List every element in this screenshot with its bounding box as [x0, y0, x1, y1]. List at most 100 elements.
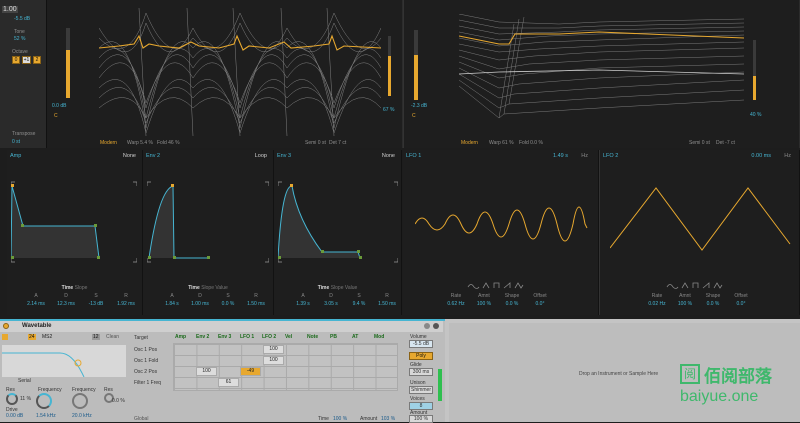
amp-param-d-label: D [64, 293, 68, 299]
amp-param-d-value[interactable]: 12.3 ms [49, 301, 83, 307]
device-menu-icon[interactable] [433, 323, 439, 329]
matrix-cell-osc1pos-lfo2[interactable]: 100 [263, 345, 284, 354]
lfo2-unit[interactable]: Hz [784, 153, 791, 159]
env2-param-r-value[interactable]: 1.50 ms [239, 301, 273, 307]
osc2-detune[interactable]: Det -7 ct [716, 140, 735, 146]
osc2-wavetable-display[interactable] [459, 14, 744, 122]
lfo2-header: LFO 2 0.00 ms Hz [600, 152, 799, 161]
matrix-cell-osc1fold-lfo2[interactable]: 100 [263, 356, 284, 365]
freq1-knob[interactable] [36, 393, 52, 409]
octave-2-button[interactable]: 2 [33, 56, 41, 64]
octave-0-button[interactable]: 0 [12, 56, 20, 64]
wavetable-device: Wavetable 24 MS2 12 Clean Serial Res 11 … [0, 319, 445, 423]
amp-tab-time[interactable]: Time [62, 285, 74, 291]
matrix-col-amp: Amp [175, 334, 187, 340]
matrix-cell-osc2pos-lfo1[interactable]: -49 [240, 367, 261, 376]
env2-mode[interactable]: Loop [255, 153, 267, 159]
osc2-position-value[interactable]: 40 % [750, 112, 761, 118]
env3-param-r-value[interactable]: 1.50 ms [370, 301, 404, 307]
osc1-mode[interactable]: Modern [100, 140, 117, 146]
osc1-fold[interactable]: Fold 46 % [157, 140, 180, 146]
osc2-fold[interactable]: Fold 0.0 % [519, 140, 543, 146]
poly-button[interactable]: Poly [409, 352, 433, 360]
osc1-gain-value[interactable]: 0.0 dB [52, 103, 66, 109]
osc1-position-slider[interactable] [388, 36, 391, 96]
osc1-wavetable-display[interactable] [99, 8, 381, 136]
amp-envelope-graph[interactable] [11, 180, 137, 264]
filter1-number[interactable]: 24 [28, 334, 36, 340]
lfo1-shape-icons[interactable] [467, 282, 527, 290]
lfo1-graph[interactable] [415, 184, 593, 264]
env2-tab-slope[interactable]: Slope [201, 285, 214, 291]
zoom-readout: 1.00 [2, 6, 18, 13]
glide-value[interactable]: 300 ms [409, 368, 433, 376]
matrix-target-header: Target [134, 335, 148, 341]
lfo2-param-offset-value[interactable]: 0.0° [724, 301, 758, 307]
freq1-label: Frequency [38, 387, 62, 393]
drive-value[interactable]: 0.00 dB [6, 413, 23, 419]
lfo1-param-offset-value[interactable]: 0.0° [523, 301, 557, 307]
res2-value[interactable]: 0.0 % [112, 398, 125, 404]
env3-tab-time[interactable]: Time [318, 285, 330, 291]
osc2-gain-value[interactable]: -2.3 dB [411, 103, 427, 109]
osc1-gain-slider[interactable] [66, 28, 70, 98]
freq1-value[interactable]: 1.54 kHz [36, 413, 56, 419]
osc1-warp[interactable]: Warp 5.4 % [127, 140, 153, 146]
filter-response-display[interactable] [2, 345, 126, 377]
lfo1-unit[interactable]: Hz [581, 153, 588, 159]
osc1-position-value[interactable]: 67 % [383, 107, 394, 113]
amp-param-a-value[interactable]: 2.14 ms [19, 301, 53, 307]
amp-envelope-tabs: Time Slope [7, 285, 142, 291]
pitch-value[interactable]: -5.5 dB [14, 16, 30, 22]
env2-params: A 1.84 s D 1.00 ms S 0.0 % R 1.50 ms [155, 293, 267, 309]
res-value[interactable]: 11 % [20, 396, 31, 402]
amp-param-r-value[interactable]: 1.92 ms [109, 301, 143, 307]
osc2-position-slider[interactable] [753, 40, 756, 100]
amp-param-s-value[interactable]: -13 dB [79, 301, 113, 307]
device-close-icon[interactable] [424, 323, 430, 329]
watermark-cn: 佰阅部落 [704, 367, 772, 386]
time-value[interactable]: 100 % [333, 416, 347, 422]
tone-label: Tone [14, 29, 25, 35]
osc2-warp[interactable]: Warp 61 % [489, 140, 514, 146]
lfo1-amount[interactable]: 1.49 s [553, 153, 568, 159]
lfo2-graph[interactable] [610, 184, 792, 264]
filter2-type[interactable]: Clean [106, 334, 119, 340]
volume-value[interactable]: -5.5 dB [409, 340, 433, 348]
amount-value[interactable]: 103 % [381, 416, 395, 422]
filter1-toggle[interactable] [2, 334, 8, 340]
transpose-value[interactable]: 0 st [12, 139, 20, 145]
env3-graph[interactable] [278, 180, 398, 264]
matrix-cell-filter1freq-env3[interactable]: 61 [218, 378, 239, 387]
env3-mode[interactable]: None [382, 153, 395, 159]
env3-tab-value[interactable]: Value [345, 285, 357, 291]
lfo2-amount[interactable]: 0.00 ms [751, 153, 771, 159]
osc1-detune[interactable]: Det 7 ct [329, 140, 346, 146]
matrix-row-osc1-fold: Osc 1 Fold [134, 358, 159, 364]
osc1-gain-letter: C [54, 113, 58, 119]
unison-select[interactable]: Shimmer [409, 386, 433, 394]
amp-tab-slope[interactable]: Slope [75, 285, 88, 291]
env2-tab-time[interactable]: Time [188, 285, 200, 291]
filter1-type[interactable]: MS2 [42, 334, 52, 340]
filter2-number[interactable]: 12 [92, 334, 100, 340]
osc1-semi[interactable]: Semi 0 st [305, 140, 326, 146]
lfo2-shape-icons[interactable] [666, 282, 726, 290]
octave-plus1-button[interactable]: +1 [22, 56, 31, 64]
osc2-semi[interactable]: Semi 0 st [689, 140, 710, 146]
freq2-value[interactable]: 20.0 kHz [72, 413, 92, 419]
filter-routing[interactable]: Serial [18, 378, 31, 384]
res-knob[interactable] [6, 393, 18, 405]
osc2-gain-slider[interactable] [414, 30, 418, 100]
voices-value[interactable]: 8 [409, 402, 433, 410]
freq2-knob[interactable] [72, 393, 88, 409]
osc2-mode[interactable]: Modern [461, 140, 478, 146]
env3-tab-slope[interactable]: Slope [331, 285, 344, 291]
matrix-cell-osc2pos-env2[interactable]: 100 [196, 367, 217, 376]
env2-graph[interactable] [147, 180, 269, 264]
tone-value[interactable]: 52 % [14, 36, 25, 42]
watermark-url: baiyue.one [680, 388, 759, 405]
env2-tab-value[interactable]: Value [215, 285, 227, 291]
device-power-icon[interactable] [3, 323, 9, 329]
amp-envelope-mode[interactable]: None [123, 153, 136, 159]
